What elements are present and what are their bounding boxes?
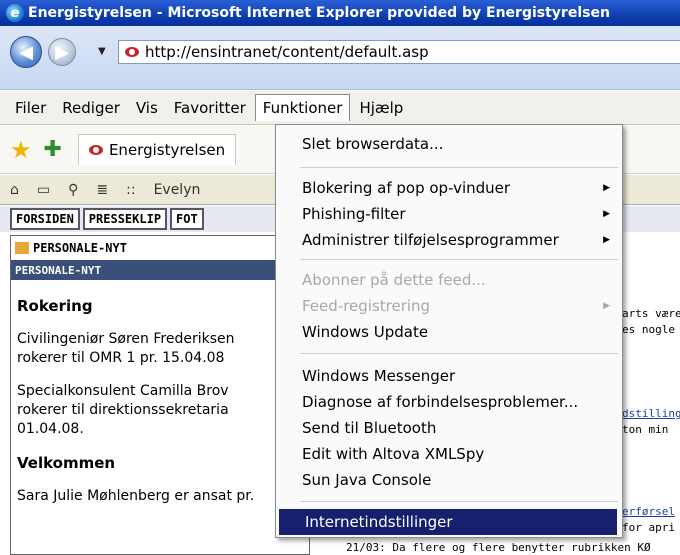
panel-header: PERSONALE-NYT	[11, 236, 309, 260]
title-bar: e Energistyrelsen - Microsoft Internet E…	[0, 0, 680, 26]
menu-item-windows-update[interactable]: Windows Update	[276, 319, 622, 345]
menu-funktioner[interactable]: Funktioner	[254, 94, 351, 121]
menu-hjaelp[interactable]: Hjælp	[352, 95, 410, 121]
favorites-star-icon[interactable]: ★	[10, 136, 32, 164]
menu-item-send-bluetooth[interactable]: Send til Bluetooth	[276, 415, 622, 441]
menu-filer[interactable]: Filer	[8, 95, 53, 121]
menu-item-diagnose[interactable]: Diagnose af forbindelsesproblemer...	[276, 389, 622, 415]
right-text: for apri	[622, 521, 675, 534]
forward-button[interactable]: ▶	[48, 38, 76, 66]
menu-separator	[300, 167, 618, 168]
menu-item-addons[interactable]: Administrer tilføjelsesprogrammer ▶	[276, 227, 622, 253]
nav-forsiden[interactable]: FORSIDEN	[10, 208, 80, 230]
right-link[interactable]: erførsel	[622, 505, 675, 518]
section-title-velkommen: Velkommen	[17, 453, 116, 472]
menu-favoritter[interactable]: Favoritter	[167, 95, 253, 121]
menu-item-xmlspy[interactable]: Edit with Altova XMLSpy	[276, 441, 622, 467]
right-text: arts være	[622, 307, 680, 320]
submenu-arrow-icon: ▶	[603, 301, 610, 311]
menu-separator	[300, 259, 618, 260]
menu-item-java-console[interactable]: Sun Java Console	[276, 467, 622, 493]
news-paragraph: Specialkonsulent Camilla Brov rokerer ti…	[17, 383, 229, 437]
news-paragraph: Civilingeniør Søren Frederiksen rokerer …	[17, 331, 235, 367]
personale-panel: PERSONALE-NYT PERSONALE-NYT Rokering Civ…	[10, 235, 310, 555]
nav-presseklip[interactable]: PRESSEKLIP	[82, 208, 168, 230]
panel-subheader: PERSONALE-NYT	[11, 260, 309, 280]
add-favorite-icon[interactable]: ✚	[44, 137, 62, 162]
menu-item-internet-options[interactable]: Internetindstillinger	[279, 509, 617, 535]
menu-separator	[300, 353, 618, 354]
section-title-rokering: Rokering	[17, 297, 93, 315]
history-dropdown-icon[interactable]: ▼	[98, 46, 106, 57]
submenu-arrow-icon: ▶	[603, 183, 610, 193]
address-input[interactable]: http://ensintranet/content/default.asp	[118, 40, 680, 64]
menu-bar: Filer Rediger Vis Favoritter Funktioner …	[0, 91, 680, 125]
news-footer: 21/03: Da flere og flere benytter rubrik…	[346, 541, 651, 554]
user-name: Evelyn	[153, 181, 201, 198]
tab-label: Energistyrelsen	[108, 141, 226, 159]
list-icon[interactable]: ≣	[96, 182, 108, 198]
menu-item-windows-messenger[interactable]: Windows Messenger	[276, 363, 622, 389]
nav-foto[interactable]: FOT	[170, 208, 204, 230]
right-text: es nogle	[622, 323, 675, 336]
menu-vis[interactable]: Vis	[129, 95, 165, 121]
menu-item-phishing-filter[interactable]: Phishing-filter ▶	[276, 201, 622, 227]
browser-tab[interactable]: Energistyrelsen	[77, 134, 237, 165]
right-link[interactable]: dstilling	[622, 407, 680, 420]
right-text: ton min	[622, 423, 669, 436]
ie-logo-icon: e	[6, 4, 24, 22]
search-icon[interactable]: ⚲	[68, 182, 78, 198]
menu-item-popup-blocker[interactable]: Blokering af pop op-vinduer ▶	[276, 175, 622, 201]
menu-rediger[interactable]: Rediger	[55, 95, 127, 121]
back-button[interactable]: ◀	[10, 36, 42, 68]
site-favicon-icon	[125, 47, 139, 57]
panel-icon	[15, 242, 29, 254]
tools-menu: Slet browserdata... Blokering af pop op-…	[275, 124, 623, 538]
dots-icon[interactable]: ::	[126, 182, 135, 198]
address-url: http://ensintranet/content/default.asp	[145, 43, 429, 61]
menu-item-subscribe-feed: Abonner på dette feed...	[302, 271, 486, 289]
news-paragraph: Sara Julie Møhlenberg er ansat pr.	[17, 487, 255, 504]
home-icon[interactable]: ⌂	[10, 182, 19, 198]
menu-item-feed-discovery: Feed-registrering ▶	[302, 297, 610, 315]
submenu-arrow-icon: ▶	[603, 235, 610, 245]
menu-item-slet-browserdata[interactable]: Slet browserdata...	[276, 131, 622, 157]
window-title: Energistyrelsen - Microsoft Internet Exp…	[28, 5, 610, 21]
tab-favicon-icon	[88, 145, 103, 155]
folder-icon[interactable]: ▭	[37, 182, 50, 198]
submenu-arrow-icon: ▶	[603, 209, 610, 219]
menu-separator	[300, 501, 618, 502]
address-toolbar: ◀ ▶ ▼ http://ensintranet/content/default…	[0, 26, 680, 90]
